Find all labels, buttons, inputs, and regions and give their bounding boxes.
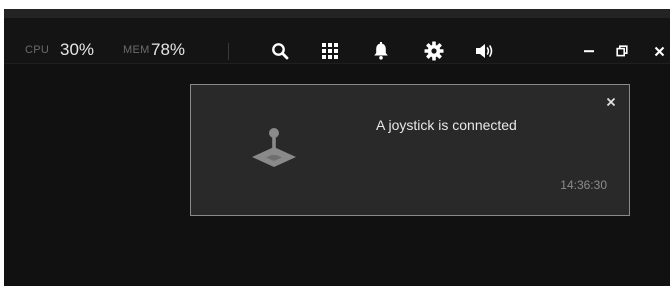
apps-grid-icon[interactable] [319,40,341,62]
search-icon[interactable] [269,40,291,62]
joystick-icon [251,127,297,174]
mem-label: MEM [123,44,150,56]
volume-icon[interactable] [474,40,496,62]
cpu-label: CPU [25,44,50,56]
restore-icon[interactable] [613,41,631,61]
minimize-icon[interactable] [580,41,598,61]
toolbar-divider [228,43,229,60]
app-window: CPU 30% MEM 78% A joystick is connected … [4,9,670,286]
notification-close-icon[interactable] [604,95,618,109]
cpu-value: 30% [60,40,95,59]
notification-toast[interactable]: A joystick is connected 14:36:30 [190,84,630,216]
notification-message: A joystick is connected [376,117,517,133]
close-icon[interactable] [650,41,668,61]
top-bar: CPU 30% MEM 78% [4,9,670,64]
mem-value: 78% [151,40,186,59]
notification-timestamp: 14:36:30 [560,178,607,192]
bell-icon[interactable] [370,40,392,62]
gear-icon[interactable] [423,40,445,62]
